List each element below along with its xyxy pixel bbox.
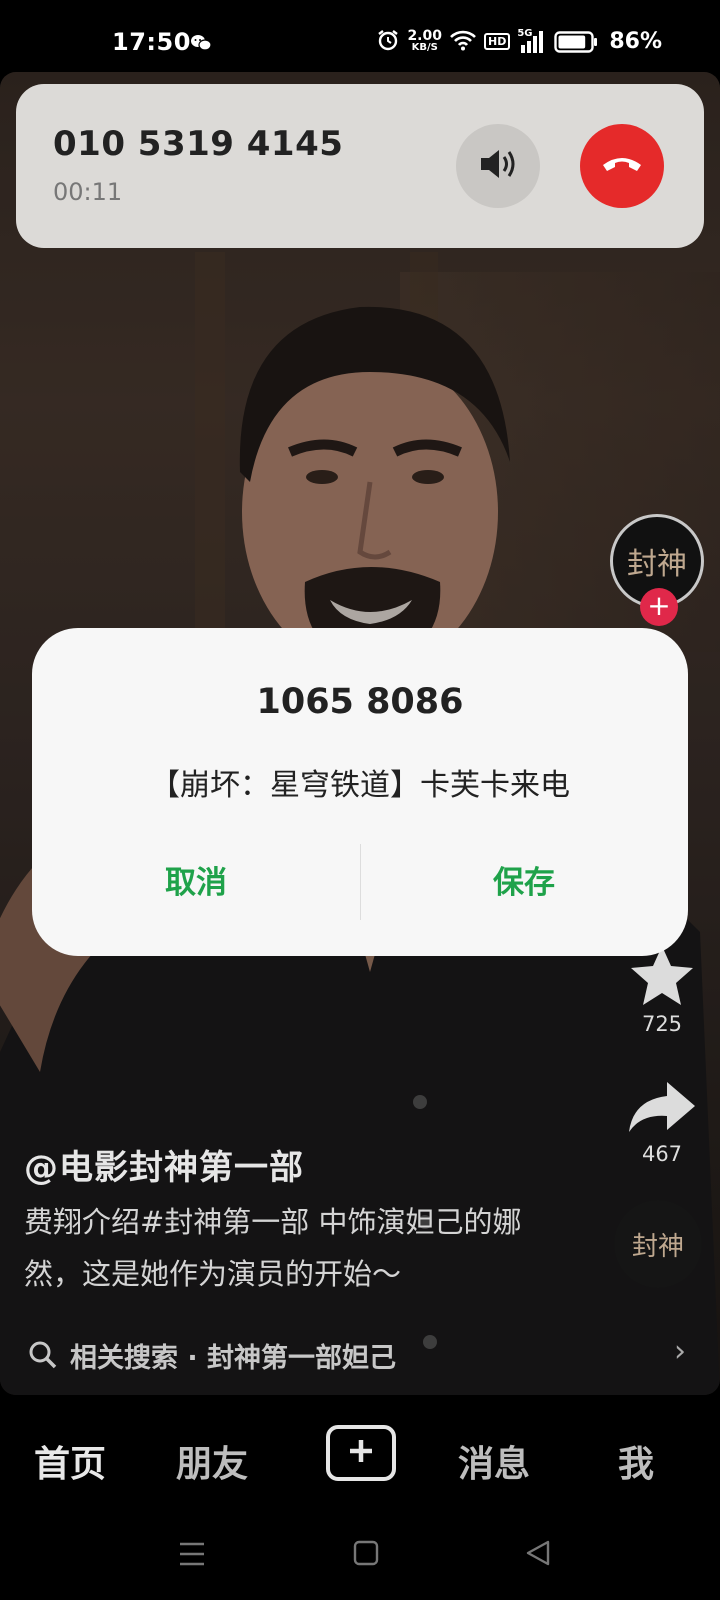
follow-button[interactable]: + [640, 588, 678, 626]
shares-count: 467 [641, 1142, 683, 1166]
hang-up-button[interactable] [580, 124, 664, 208]
ongoing-call-bar[interactable]: 010 5319 4145 00:11 [16, 84, 704, 248]
chevron-right-icon: › [674, 1334, 686, 1369]
video-author[interactable]: @电影封神第一部 [24, 1140, 304, 1189]
speaker-icon [478, 147, 518, 185]
network-speed-value: 2.00 [407, 27, 442, 44]
nav-friends[interactable]: 朋友 [176, 1435, 248, 1487]
save-contact-dialog: 1065 8086 【崩坏：星穹铁道】卡芙卡来电 取消 保存 [32, 628, 688, 956]
wifi-icon [449, 29, 477, 54]
favorites-count: 725 [641, 1012, 683, 1036]
battery-percent: 86% [609, 29, 662, 54]
favorite-action[interactable]: 725 [622, 944, 702, 1036]
bottom-navigation: 首页 朋友 消息 我 [0, 1395, 720, 1515]
hd-icon: HD [483, 33, 511, 50]
music-disc[interactable]: 封神 [614, 1200, 702, 1288]
battery-icon [554, 30, 598, 53]
related-search-text: 相关搜索 · 封神第一部妲己 [70, 1342, 397, 1374]
status-icons: 2.00 KB/S HD 5G 86% [376, 28, 662, 55]
network-speed-unit: KB/S [411, 41, 438, 53]
system-navigation-bar [0, 1515, 720, 1600]
alarm-icon [376, 28, 400, 55]
video-description: 费翔介绍#封神第一部 中饰演妲己的娜然，这是她作为演员的开始～ [24, 1205, 522, 1291]
share-action[interactable]: 467 [622, 1078, 702, 1166]
nav-home[interactable]: 首页 [34, 1435, 106, 1487]
call-duration: 00:11 [53, 178, 123, 206]
status-time: 17:50 [112, 28, 191, 56]
wechat-icon [190, 33, 212, 57]
home-square-icon[interactable] [352, 1539, 380, 1571]
call-number: 010 5319 4145 [53, 124, 344, 164]
dialog-title: 1065 8086 [256, 682, 464, 722]
share-arrow-icon [627, 1078, 697, 1140]
dialog-message: 【崩坏：星穹铁道】卡芙卡来电 [150, 768, 570, 803]
menu-icon[interactable] [178, 1541, 206, 1571]
related-search-bar[interactable]: 相关搜索 · 封神第一部妲己 › [0, 1330, 720, 1380]
create-button[interactable] [326, 1425, 396, 1481]
network-speed: 2.00 KB/S [407, 27, 442, 54]
speaker-button[interactable] [456, 124, 540, 208]
cancel-button[interactable]: 取消 [32, 846, 360, 920]
status-bar: 17:50 2.00 KB/S HD 5G 86% [0, 0, 720, 72]
cellular-signal-icon: 5G [517, 28, 547, 54]
back-triangle-icon[interactable] [524, 1539, 552, 1571]
nav-me[interactable]: 我 [618, 1435, 654, 1487]
plus-icon [347, 1437, 375, 1469]
save-button[interactable]: 保存 [360, 846, 688, 920]
phone-screen: 17:50 2.00 KB/S HD 5G 86% 封神 + 725 467 封… [0, 0, 720, 1600]
search-icon [28, 1340, 58, 1370]
phone-hangup-icon [601, 155, 643, 177]
nav-messages[interactable]: 消息 [458, 1435, 530, 1487]
